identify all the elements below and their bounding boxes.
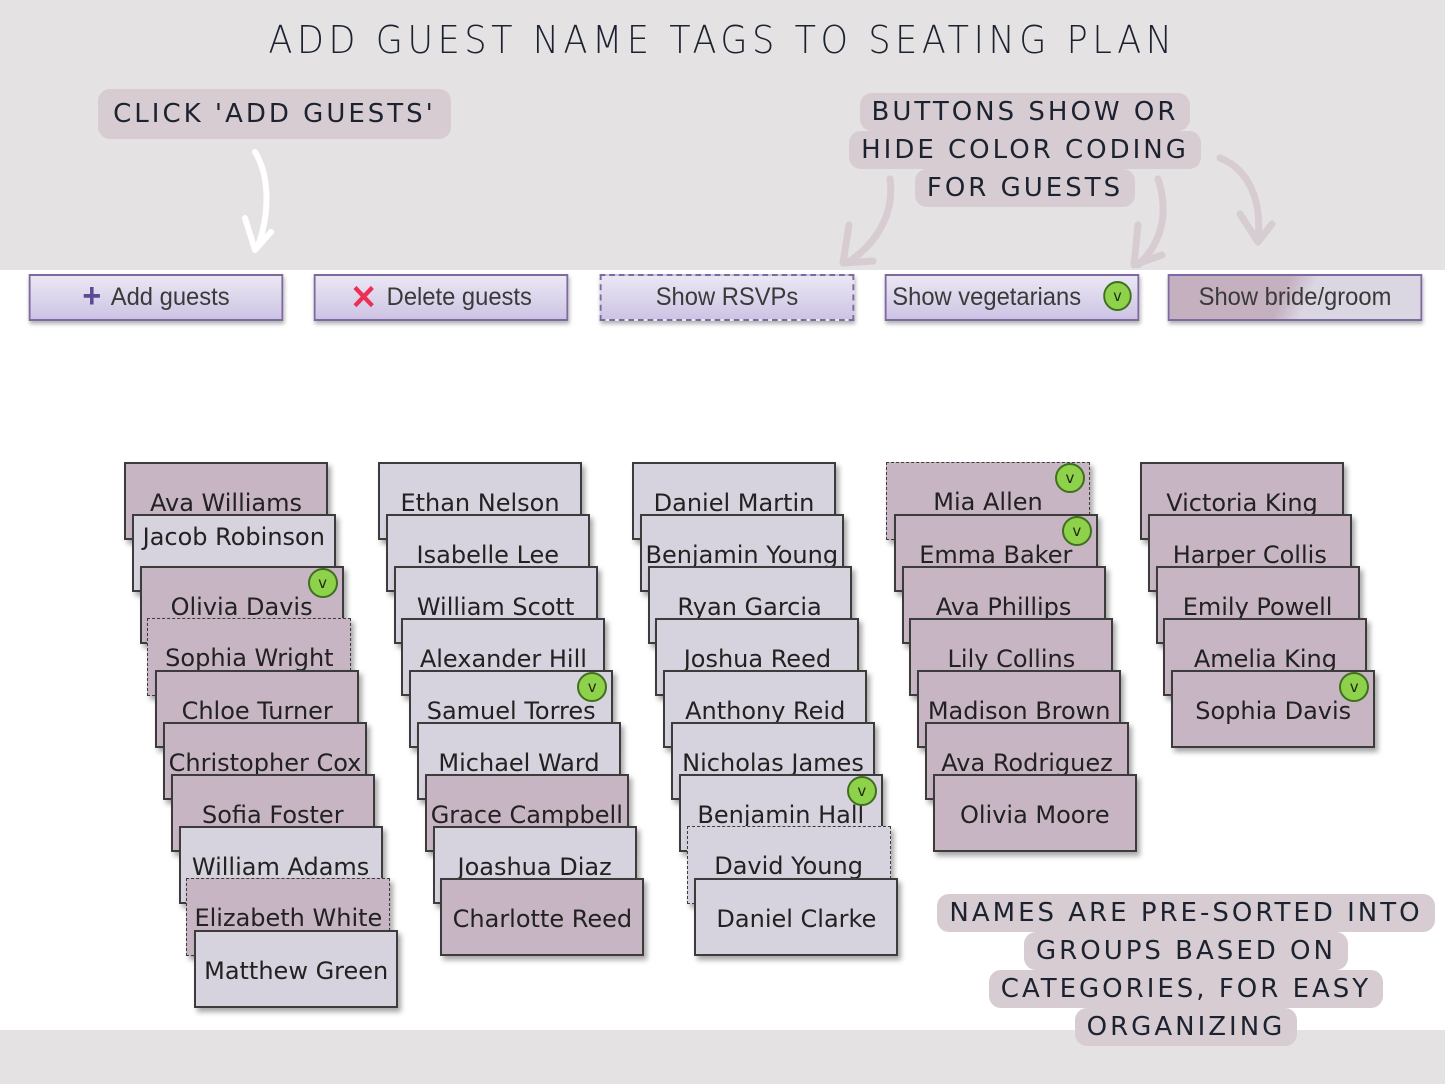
guest-name: Michael Ward (438, 749, 600, 777)
callout-line: ORGANIZING (1074, 1008, 1298, 1046)
show-vegetarians-label: Show vegetarians (892, 283, 1082, 311)
guest-name: Madison Brown (927, 697, 1111, 725)
vegetarian-badge-icon: v (1339, 672, 1370, 702)
guest-name: Ava Rodriguez (941, 749, 1113, 777)
callout-line: NAMES ARE PRE-SORTED INTO (937, 894, 1435, 932)
callout-line: CATEGORIES, FOR EASY (988, 970, 1384, 1008)
show-bride-groom-button[interactable]: Show bride/groom (1167, 274, 1423, 321)
callout-line: HIDE COLOR CODING (849, 131, 1201, 169)
guest-name: Olivia Moore (959, 801, 1110, 829)
guest-name: Olivia Davis (170, 593, 313, 621)
arrow-to-rsvp-icon (839, 175, 895, 267)
guest-name: William Scott (416, 593, 575, 621)
guest-name: Elizabeth White (194, 904, 383, 932)
guest-name: Matthew Green (204, 957, 389, 985)
plus-icon: + (82, 277, 102, 315)
vegetarian-badge-icon: v (1061, 516, 1092, 546)
guest-name: Sophia Wright (165, 644, 334, 672)
guest-name: Lily Collins (947, 645, 1076, 673)
guest-name: Sophia Davis (1195, 697, 1352, 725)
arrow-to-add-guests-icon (242, 149, 274, 253)
guest-name: Joshua Reed (683, 645, 832, 673)
guest-name: Sofia Foster (202, 801, 344, 829)
guest-name: Charlotte Reed (452, 905, 633, 933)
show-bride-groom-label: Show bride/groom (1198, 283, 1392, 311)
guest-name: Ava Phillips (935, 593, 1072, 621)
arrow-to-vegetarian-icon (1130, 175, 1167, 269)
guest-name: Mia Allen (933, 488, 1043, 516)
guest-name: Daniel Martin (653, 489, 815, 517)
vegetarian-badge-icon: v (1055, 463, 1085, 493)
guest-name: Samuel Torres (426, 697, 596, 725)
guest-name: Emma Baker (919, 541, 1073, 569)
guest-name: Ryan Garcia (677, 593, 822, 621)
guest-name: Amelia King (1193, 645, 1337, 673)
guest-name-tag[interactable]: Olivia Moore (932, 774, 1137, 852)
guest-name: Isabelle Lee (416, 541, 560, 569)
arrow-to-bride-groom-icon (1216, 154, 1276, 246)
guest-name: Emily Powell (1182, 593, 1333, 621)
guest-name: Benjamin Hall (697, 801, 865, 829)
guest-name-tag[interactable]: Charlotte Reed (440, 878, 645, 956)
guest-name: Harper Collis (1172, 541, 1327, 569)
guest-name-tag[interactable]: Matthew Green (194, 930, 399, 1008)
guest-name: Christopher Cox (168, 749, 362, 777)
vegetarian-badge-icon: v (307, 568, 338, 598)
delete-guests-button[interactable]: ✕ Delete guests (313, 274, 569, 321)
guest-name: Victoria King (1166, 489, 1318, 517)
vegetarian-badge-icon: v (1103, 281, 1132, 311)
x-icon: ✕ (350, 278, 378, 317)
guest-name: Nicholas James (682, 749, 864, 777)
show-rsvps-button[interactable]: Show RSVPs (599, 274, 855, 321)
guest-name: David Young (714, 852, 863, 880)
page-title: ADD GUEST NAME TAGS TO SEATING PLAN (268, 18, 1177, 62)
guest-name: William Adams (191, 853, 370, 881)
guest-name: Ethan Nelson (400, 489, 560, 517)
guest-name: Ava Williams (149, 489, 302, 517)
guest-name-tag[interactable]: Sophia Davis v (1171, 670, 1376, 748)
guest-name: Chloe Turner (181, 697, 333, 725)
callout-pre-sorted: NAMES ARE PRE-SORTED INTO GROUPS BASED O… (930, 894, 1442, 1046)
guest-name: Jacob Robinson (142, 523, 325, 551)
guest-name: Daniel Clarke (716, 905, 877, 933)
callout-line: BUTTONS SHOW OR (859, 93, 1191, 131)
delete-guests-label: Delete guests (386, 283, 532, 311)
add-guests-label: Add guests (110, 283, 230, 311)
vegetarian-badge-icon: v (846, 776, 877, 806)
show-vegetarians-button[interactable]: Show vegetarians v (884, 274, 1140, 321)
add-guests-button[interactable]: + Add guests (28, 274, 284, 321)
guest-name: Anthony Reid (685, 697, 846, 725)
guest-name: Benjamin Young (645, 541, 839, 569)
guest-name-tag[interactable]: Daniel Clarke (694, 878, 899, 956)
guest-name: Joashua Diaz (457, 853, 612, 881)
guest-name: Grace Campbell (430, 801, 623, 829)
callout-add-guests: CLICK 'ADD GUESTS' (98, 89, 451, 139)
vegetarian-badge-icon: v (577, 672, 608, 702)
guest-name: Alexander Hill (419, 645, 587, 673)
show-rsvps-label: Show RSVPs (655, 283, 799, 311)
callout-line: GROUPS BASED ON (1024, 932, 1348, 970)
callout-line: FOR GUESTS (914, 169, 1136, 207)
